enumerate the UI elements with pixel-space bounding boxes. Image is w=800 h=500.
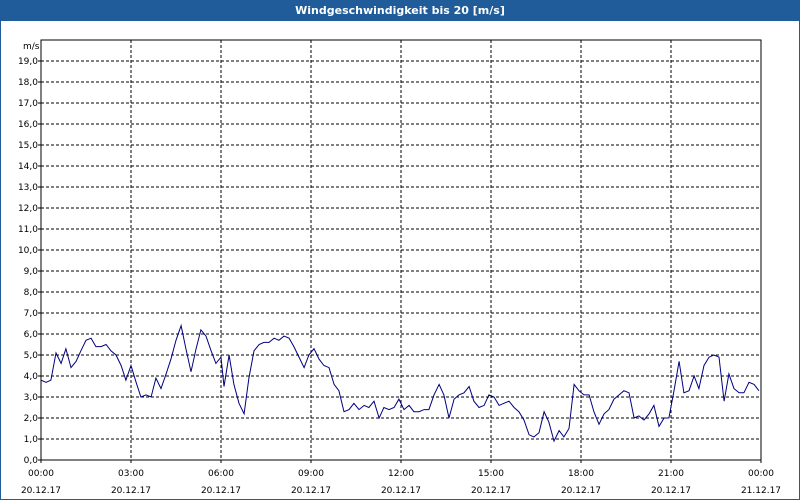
y-tick-label: 5,0 (24, 351, 39, 361)
x-tick-time: 06:00 (208, 469, 234, 479)
chart-title: Windgeschwindigkeit bis 20 [m/s] (1, 1, 799, 21)
x-tick-date: 20.12.17 (381, 486, 421, 496)
x-tick-date: 20.12.17 (111, 486, 151, 496)
x-tick-time: 09:00 (298, 469, 324, 479)
y-tick-label: 8,0 (24, 288, 39, 298)
x-tick-time: 00:00 (748, 469, 774, 479)
y-tick-label: 9,0 (24, 267, 39, 277)
y-tick-label: 18,0 (18, 78, 38, 88)
y-axis-label: m/s (23, 42, 40, 52)
x-tick-time: 15:00 (478, 469, 504, 479)
y-tick-label: 17,0 (18, 99, 38, 109)
y-tick-label: 4,0 (24, 372, 39, 382)
x-tick-date: 20.12.17 (291, 486, 331, 496)
y-tick-label: 15,0 (18, 141, 38, 151)
y-tick-label: 7,0 (24, 309, 39, 319)
y-tick-label: 19,0 (18, 57, 38, 67)
y-axis-ticks: 0,0 1,0 2,0 3,0 4,0 5,0 6,0 7,0 8,0 9,0 10,0 11,0 12… (18, 57, 41, 466)
grid-lines (41, 40, 761, 460)
x-tick-time: 03:00 (118, 469, 144, 479)
y-tick-label: 13,0 (18, 183, 38, 193)
y-tick-label: 3,0 (24, 393, 39, 403)
y-tick-label: 12,0 (18, 204, 38, 214)
x-tick-date: 21.12.17 (741, 486, 781, 496)
x-tick-date: 20.12.17 (201, 486, 241, 496)
y-tick-label: 6,0 (24, 330, 39, 340)
wind-speed-chart: m/s 0,0 1,0 2,0 3,0 4,0 5,0 6,0 7,0 8,0 9,0 10,0 11… (18, 39, 781, 496)
y-tick-label: 14,0 (18, 162, 38, 172)
x-tick-date: 20.12.17 (21, 486, 61, 496)
x-tick-time: 21:00 (658, 469, 684, 479)
x-axis-ticks: 00:00 20.12.17 03:00 20.12.17 06:00 20.12.17 0… (21, 460, 781, 496)
x-tick-time: 00:00 (28, 469, 54, 479)
x-tick-time: 12:00 (388, 469, 414, 479)
x-tick-date: 20.12.17 (651, 486, 691, 496)
x-tick-date: 20.12.17 (561, 486, 601, 496)
x-tick-date: 20.12.17 (471, 486, 511, 496)
y-tick-label: 10,0 (18, 246, 38, 256)
y-tick-label: 2,0 (24, 414, 39, 424)
y-tick-label: 0,0 (24, 456, 39, 466)
y-tick-label: 16,0 (18, 120, 38, 130)
x-tick-time: 18:00 (568, 469, 594, 479)
y-tick-label: 11,0 (18, 225, 38, 235)
chart-window: Windgeschwindigkeit bis 20 [m/s] m/s 0,0… (0, 0, 800, 500)
y-tick-label: 1,0 (24, 435, 39, 445)
wind-speed-series-line (40, 323, 760, 443)
